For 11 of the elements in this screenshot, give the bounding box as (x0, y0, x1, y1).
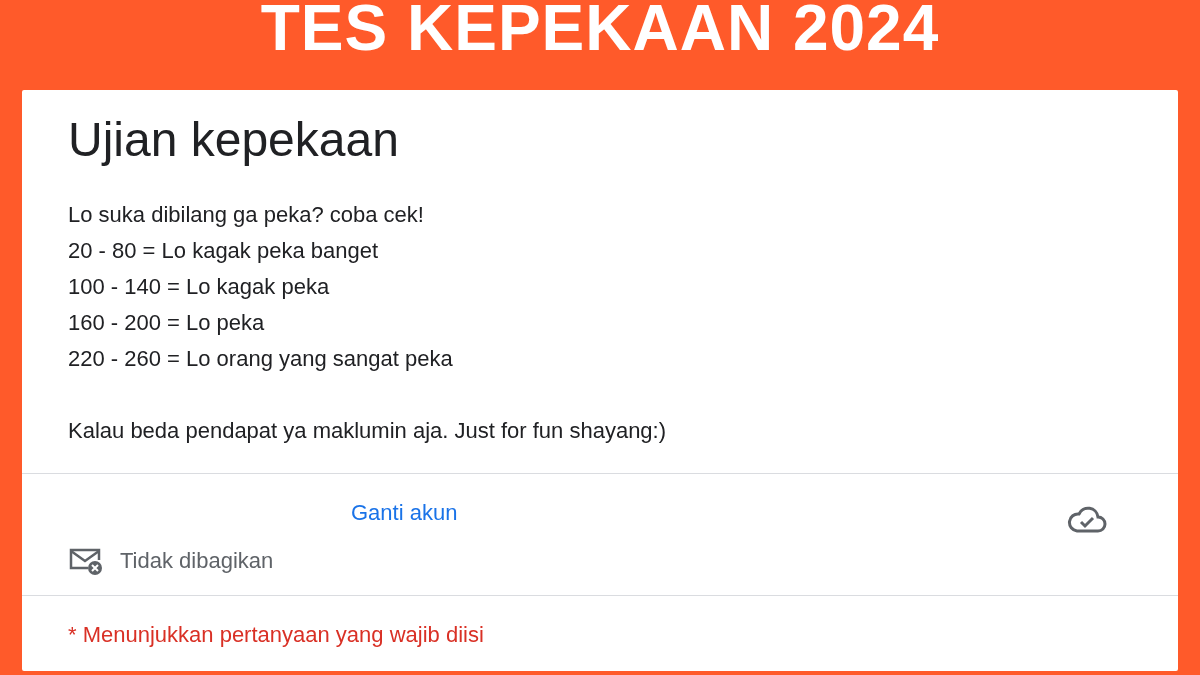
form-note: Kalau beda pendapat ya maklumin aja. Just for fun shayang:) (68, 417, 668, 446)
banner-title: TES KEPEKAAN 2024 (259, 0, 941, 66)
description-line: 160 - 200 = Lo peka (68, 309, 266, 338)
form-title: Ujian kepekaan (68, 112, 400, 168)
required-notice: * Menunjukkan pertanyaan yang wajib diisi (67, 621, 485, 650)
description-line: 20 - 80 = Lo kagak peka banget (68, 237, 380, 266)
sharing-status: Tidak dibagikan (120, 547, 274, 576)
description-line: Lo suka dibilang ga peka? coba cek! (68, 201, 425, 230)
switch-account-link[interactable]: Ganti akun (351, 496, 458, 530)
description-line: 100 - 140 = Lo kagak peka (68, 273, 331, 302)
description-line: 220 - 260 = Lo orang yang sangat peka (68, 345, 454, 374)
